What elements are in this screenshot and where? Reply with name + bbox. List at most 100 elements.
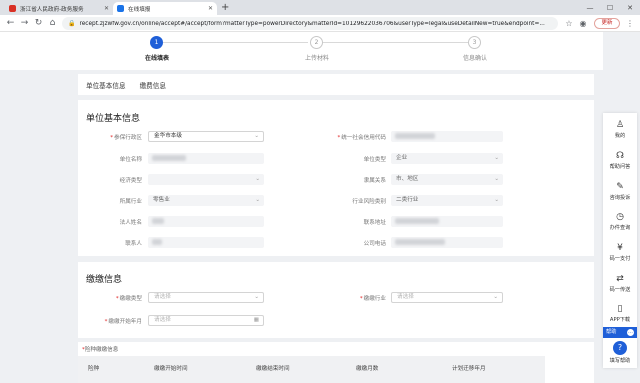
econ-type-select: ⌄ [148,174,264,185]
chevron-down-icon: ⌄ [494,176,499,182]
close-tab-icon[interactable]: ✕ [104,5,109,12]
section-title: 单位基本信息 [86,114,141,124]
progress-steps: 1 在线填表 2 上传材料 3 信息确认 [0,32,603,70]
help-label: 帮助 [606,329,617,335]
legal-name-field [148,216,264,227]
close-tab-icon[interactable]: ✕ [208,5,213,12]
address-field [391,216,503,227]
reload-icon[interactable]: ↻ [32,17,45,30]
sidebar-item-pay[interactable]: ¥ 码一支付 [603,243,637,262]
tab-title: 浙江省人民政府-政务服务 [20,6,84,13]
sidebar-item-label: 我的 [614,133,626,139]
close-window-icon[interactable]: ✕ [620,0,640,15]
chevron-down-icon: ⌄ [494,155,499,161]
field-label: *参保行政区 [110,135,142,141]
field-label: 联系人 [125,241,142,247]
step-1-label: 在线填表 [144,55,169,62]
risk-class-select: 二类行业 ⌄ [391,195,503,206]
delivery-icon: ⇄ [616,274,624,284]
region-select[interactable]: 金华市本级 ⌄ [148,131,264,142]
section-tabs: 单位基本信息 缴费信息 [78,74,594,95]
yen-icon: ¥ [617,243,623,253]
new-tab-icon[interactable]: + [221,1,229,14]
sidebar-item-label: 码一传送 [609,287,631,293]
calendar-icon: ▦ [253,317,259,323]
column-header: 险种 [88,366,100,372]
affiliation-select: 市、地区 ⌄ [391,174,503,185]
field-label: *统一社会信用代码 [337,135,386,141]
field-label: 单位类型 [363,157,386,163]
payment-industry-select[interactable]: 请选择 ⌄ [391,292,503,303]
payment-type-select[interactable]: 请选择 ⌄ [148,292,264,303]
sidebar-item-query[interactable]: ◷ 办件查询 [603,212,637,231]
sidebar-item-help-qa[interactable]: ☊ 帮助问答 [603,151,637,170]
headset-icon: ☊ [616,151,624,161]
profile-icon[interactable]: ◉ [577,17,589,30]
field-label: 联系地址 [363,220,386,226]
maximize-icon[interactable]: ☐ [600,0,620,15]
field-label: 法人姓名 [119,220,142,226]
field-label: 所属行业 [119,199,142,205]
tab-payment-info[interactable]: 缴费信息 [140,80,166,90]
fill-help-button[interactable]: ? 填写帮助 [603,341,637,364]
sidebar-item-label: 帮助问答 [609,164,631,170]
comment-icon: ✎ [616,182,624,192]
chevron-down-icon: ⌄ [493,294,498,300]
update-button[interactable]: 更新 [594,18,620,29]
tab-basic-info[interactable]: 单位基本信息 [86,80,126,90]
browser-tab-strip: 浙江省人民政府-政务服务 ✕ 在线填报 ✕ + — ☐ ✕ [0,0,640,15]
question-icon: ? [613,341,627,355]
person-icon: ♙ [615,120,625,130]
home-icon[interactable]: ⌂ [46,17,59,30]
phone-icon: ▯ [617,304,623,314]
favicon-icon [117,5,124,12]
browser-tab-1[interactable]: 浙江省人民政府-政务服务 ✕ [5,2,113,15]
section-title: 缴缴信息 [86,275,123,285]
column-header: 计划迁移年月 [452,366,486,372]
clock-icon: ◷ [616,212,624,222]
payment-info-card: 缴缴信息 *缴缴类型 请选择 ⌄ *缴缴行业 请选择 ⌄ *缴缴开始年月 请选择… [78,262,594,338]
sidebar-item-mine[interactable]: ♙ 我的 [603,120,637,139]
detail-title: *险种缴缴信息 [82,347,119,353]
field-label: 单位名称 [119,157,142,163]
menu-icon[interactable]: ⋮ [626,17,634,30]
browser-tab-2[interactable]: 在线填报 ✕ [113,2,217,15]
step-connector [162,42,308,43]
chat-icon: … [627,329,634,336]
sidebar-item-label: 码一支付 [609,256,631,262]
sidebar-item-label: APP下载 [609,317,631,323]
help-button[interactable]: 帮助 … [603,327,637,338]
sidebar-item-consult[interactable]: ✎ 咨询投诉 [603,182,637,201]
address-bar[interactable]: 🔒 recept.zjzwfw.gov.cn/online/accept#/ac… [62,17,558,30]
url-text: recept.zjzwfw.gov.cn/online/accept#/acce… [79,20,545,27]
step-3-circle: 3 [468,36,481,49]
step-2-label: 上传材料 [304,55,329,62]
insurance-table-header: 险种 缴缴开始时间 缴缴结束时间 缴缴月数 计划迁移年月 [78,356,545,383]
field-label: *缴缴开始年月 [104,319,142,325]
column-header: 缴缴月数 [356,366,379,372]
step-1-circle: 1 [150,36,163,49]
column-header: 缴缴结束时间 [256,366,290,372]
field-label: *缴缴行业 [359,296,386,302]
tab-title: 在线填报 [128,6,151,13]
sidebar-item-delivery[interactable]: ⇄ 码一传送 [603,274,637,293]
back-icon[interactable]: ← [4,17,17,30]
field-label: 公司电话 [363,241,386,247]
sidebar-item-app[interactable]: ▯ APP下载 [603,304,637,323]
start-month-picker[interactable]: 请选择 ▦ [148,315,264,326]
favicon-icon [9,5,16,12]
minimize-icon[interactable]: — [580,0,600,15]
forward-icon[interactable]: → [18,17,31,30]
fill-help-label: 填写帮助 [609,358,631,364]
star-icon[interactable]: ☆ [563,17,575,30]
step-connector [322,42,468,43]
contact-field [148,237,264,248]
phone-field [391,237,503,248]
basic-info-card: 单位基本信息 *参保行政区 金华市本级 ⌄ *统一社会信用代码 单位名称 单位类… [78,100,594,256]
browser-toolbar: ← → ↻ ⌂ 🔒 recept.zjzwfw.gov.cn/online/ac… [0,15,640,32]
field-label: 行业风险类别 [352,199,386,205]
step-2-circle: 2 [310,36,323,49]
chevron-down-icon: ⌄ [494,197,499,203]
field-label: 隶属关系 [363,178,386,184]
field-label: *缴缴类型 [115,296,142,302]
